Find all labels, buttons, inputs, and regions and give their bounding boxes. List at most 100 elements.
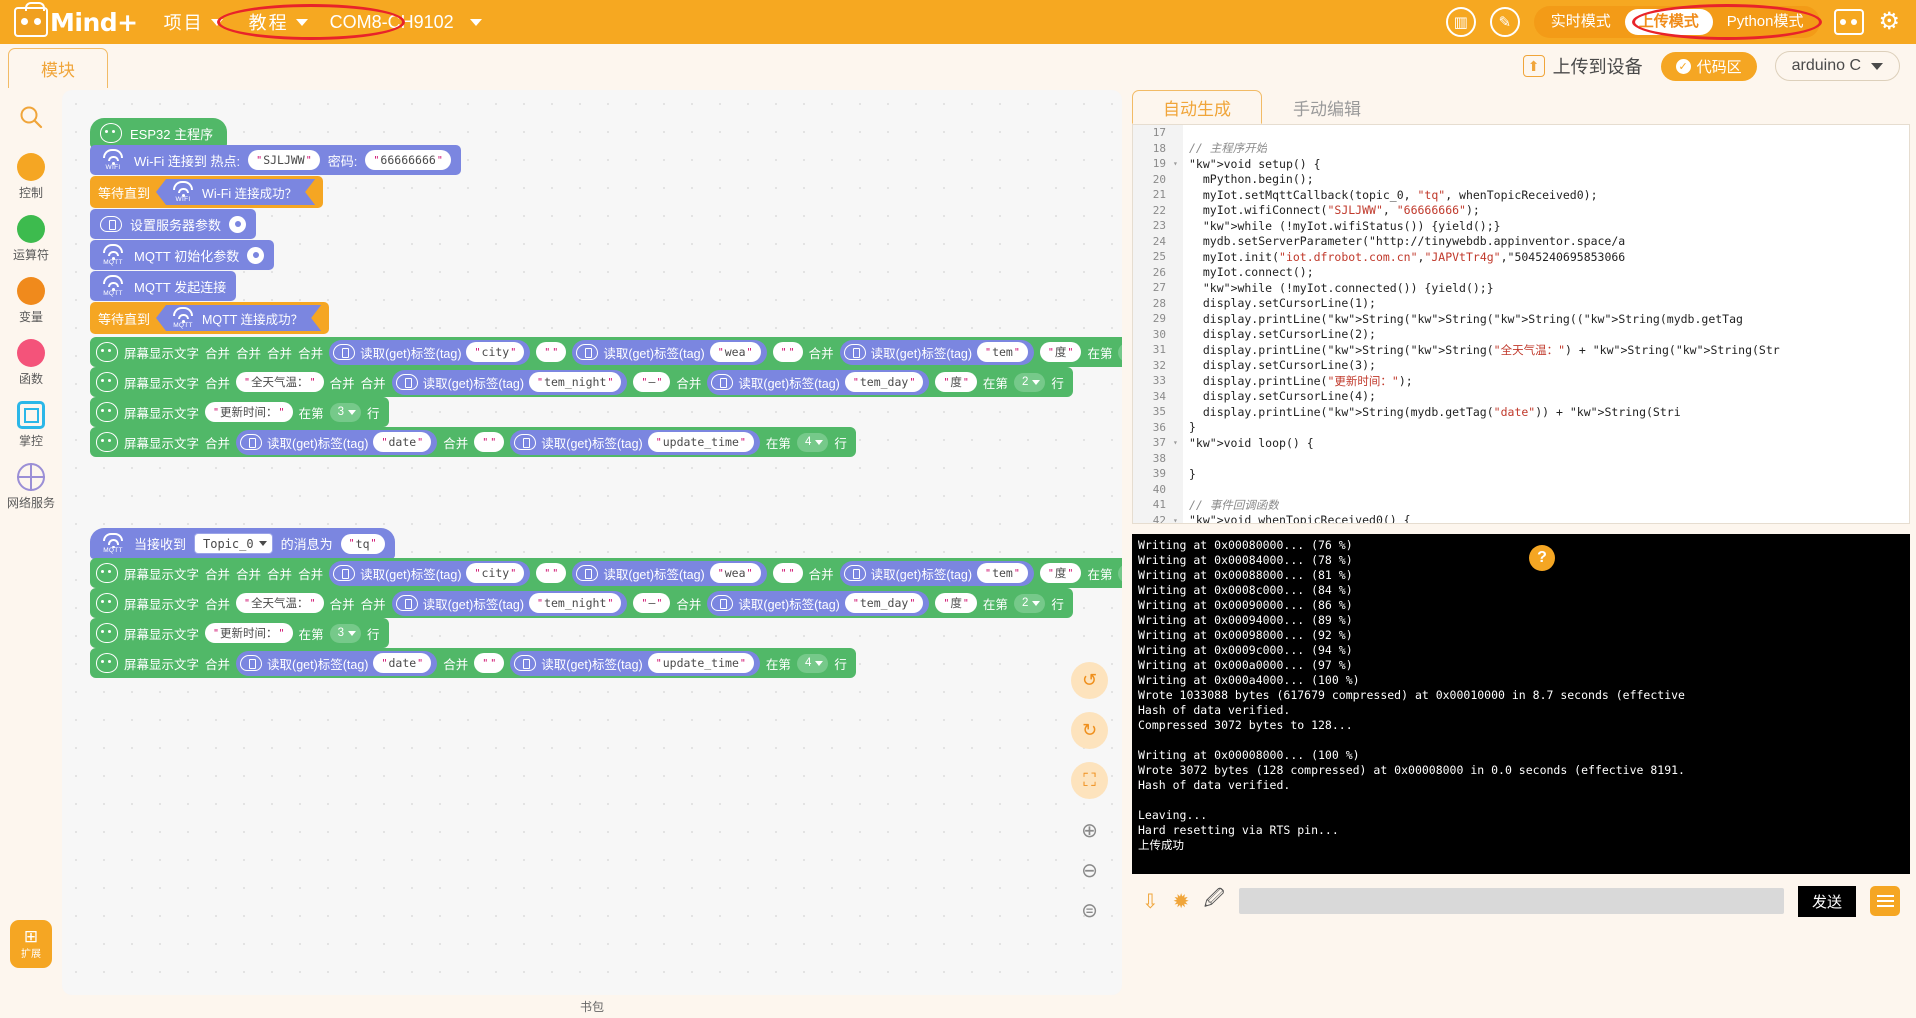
block-esp32-main[interactable]: ESP32 主程序: [90, 118, 228, 148]
fold-toggle-icon[interactable]: [1173, 264, 1183, 280]
gear-icon[interactable]: [247, 246, 265, 264]
fold-toggle-icon[interactable]: [1173, 342, 1183, 358]
tag-field[interactable]: tem_night: [529, 593, 622, 613]
fold-toggle-icon[interactable]: [1173, 249, 1183, 265]
tag-field[interactable]: tem_day: [844, 372, 924, 392]
fold-toggle-icon[interactable]: [1173, 326, 1183, 342]
text-field[interactable]: —: [633, 593, 671, 613]
line-number-dropdown[interactable]: 4: [796, 653, 829, 673]
sidebar-item-functions[interactable]: 函数: [17, 339, 45, 387]
tag-field[interactable]: update_time: [647, 653, 754, 673]
line-number-dropdown[interactable]: 2: [1013, 372, 1046, 392]
block-on-topic-received[interactable]: MQTT 当接收到 Topic_0 的消息为 tq: [90, 528, 395, 559]
robot-icon[interactable]: [1834, 9, 1865, 35]
block-get-tag[interactable]: 读取(get)标签(tag) wea: [572, 339, 767, 365]
block-mqtt-connected-cond[interactable]: MQTT MQTT 连接成功？: [156, 305, 321, 331]
block-wifi-connect[interactable]: WIFI Wi-Fi 连接到 热点: SJLJWW 密码: 66666666: [90, 145, 461, 175]
block-mqtt-connect[interactable]: MQTT MQTT 发起连接: [90, 271, 237, 301]
text-field[interactable]: [474, 653, 505, 673]
redo-button[interactable]: ↻: [1071, 712, 1108, 749]
tab-manual-edit[interactable]: 手动编辑: [1262, 90, 1392, 124]
menu-project[interactable]: 项目: [164, 9, 223, 35]
edit-icon[interactable]: ✎: [1489, 7, 1520, 37]
fold-toggle-icon[interactable]: ▾: [1173, 156, 1183, 172]
fold-toggle-icon[interactable]: [1173, 171, 1183, 187]
block-display-text-row3[interactable]: 屏幕显示文字 更新时间： 在第 3 行: [90, 397, 389, 427]
block-display-text-row2[interactable]: 屏幕显示文字 合并 全天气温： 合并 合并 读取(get)标签(tag) tem…: [90, 367, 1073, 397]
fold-toggle-icon[interactable]: [1173, 450, 1183, 466]
hamburger-icon[interactable]: [1870, 886, 1900, 916]
download-icon[interactable]: ⇩: [1142, 889, 1159, 914]
fold-toggle-icon[interactable]: [1173, 140, 1183, 156]
fold-toggle-icon[interactable]: [1173, 125, 1183, 141]
block-get-tag[interactable]: 读取(get)标签(tag) update_time: [510, 429, 760, 455]
tag-field[interactable]: update_time: [647, 432, 754, 452]
text-field[interactable]: 度: [935, 593, 977, 613]
text-field[interactable]: 全天气温：: [236, 372, 324, 392]
line-number-dropdown[interactable]: 3: [329, 402, 361, 422]
text-field[interactable]: 更新时间：: [205, 402, 293, 422]
message-field[interactable]: tq: [340, 533, 385, 554]
fold-toggle-icon[interactable]: ▾: [1173, 435, 1183, 451]
block-display-text-row1-copy[interactable]: 屏幕显示文字 合并 合并 合并 合并 读取(get)标签(tag) city 读…: [90, 558, 1122, 588]
tab-auto-generate[interactable]: 自动生成: [1132, 90, 1262, 124]
block-display-text-row2-copy[interactable]: 屏幕显示文字 合并 全天气温： 合并 合并 读取(get)标签(tag) tem…: [90, 588, 1073, 618]
block-get-tag[interactable]: 读取(get)标签(tag) wea: [572, 560, 767, 586]
fold-toggle-icon[interactable]: [1173, 218, 1183, 234]
block-get-tag[interactable]: 读取(get)标签(tag) tem_night: [391, 369, 628, 395]
sidebar-item-mpython[interactable]: 掌控: [17, 401, 45, 449]
fold-toggle-icon[interactable]: [1173, 295, 1183, 311]
block-set-server-param[interactable]: 设置服务器参数: [90, 209, 257, 239]
tag-field[interactable]: tem: [977, 342, 1028, 362]
zoom-out-button[interactable]: ⊖: [1071, 852, 1108, 889]
upload-to-device-button[interactable]: ⬆ 上传到设备: [1522, 53, 1643, 79]
block-display-text-row4-copy[interactable]: 屏幕显示文字 合并 读取(get)标签(tag) date 合并 读取(get)…: [90, 648, 856, 678]
blocks-workspace[interactable]: ESP32 主程序 WIFI Wi-Fi 连接到 热点: SJLJWW 密码: …: [62, 90, 1122, 995]
sidebar-item-variables[interactable]: 变量: [17, 277, 45, 325]
block-display-text-row4[interactable]: 屏幕显示文字 合并 读取(get)标签(tag) date 合并 读取(get)…: [90, 427, 856, 457]
mode-python[interactable]: Python模式: [1713, 9, 1818, 35]
language-selector[interactable]: arduino C: [1774, 51, 1900, 81]
block-get-tag[interactable]: 读取(get)标签(tag) tem: [839, 339, 1034, 365]
sidebar-item-operators[interactable]: 运算符: [13, 215, 49, 263]
fold-toggle-icon[interactable]: [1173, 202, 1183, 218]
fold-toggle-icon[interactable]: [1173, 373, 1183, 389]
block-display-text-row1[interactable]: 屏幕显示文字 合并 合并 合并 合并 读取(get)标签(tag) city 读…: [90, 337, 1122, 367]
block-display-text-row3-copy[interactable]: 屏幕显示文字 更新时间： 在第 3 行: [90, 618, 389, 648]
text-field[interactable]: 度: [1039, 563, 1082, 583]
fold-toggle-icon[interactable]: ▾: [1173, 512, 1183, 523]
line-number-dropdown[interactable]: 4: [796, 432, 829, 452]
zoom-reset-button[interactable]: ⊜: [1071, 892, 1108, 929]
port-selector[interactable]: COM8-CH9102: [330, 12, 482, 33]
block-get-tag[interactable]: 读取(get)标签(tag) city: [329, 560, 531, 586]
wifi-password-field[interactable]: 66666666: [365, 150, 451, 170]
fold-toggle-icon[interactable]: [1173, 497, 1183, 513]
search-icon[interactable]: [18, 104, 44, 135]
text-field[interactable]: [536, 342, 567, 362]
block-get-tag[interactable]: 读取(get)标签(tag) tem_night: [391, 590, 628, 616]
fold-toggle-icon[interactable]: [1173, 233, 1183, 249]
send-button[interactable]: 发送: [1797, 885, 1856, 917]
block-get-tag[interactable]: 读取(get)标签(tag) update_time: [510, 650, 760, 676]
line-number-dropdown[interactable]: 1: [1118, 563, 1122, 583]
undo-button[interactable]: ↺: [1071, 662, 1108, 699]
tag-field[interactable]: tem_night: [529, 372, 622, 392]
text-field[interactable]: [772, 342, 803, 362]
block-wait-until-wifi[interactable]: 等待直到 WIFI Wi-Fi 连接成功？: [90, 176, 324, 208]
tag-field[interactable]: tem_day: [844, 593, 924, 613]
chart-icon[interactable]: ▥: [1445, 7, 1476, 37]
text-field[interactable]: 更新时间：: [205, 623, 293, 643]
sidebar-item-network[interactable]: 网络服务: [7, 463, 55, 511]
topic-dropdown[interactable]: Topic_0: [194, 533, 273, 554]
terminal-input[interactable]: [1238, 888, 1784, 914]
fold-toggle-icon[interactable]: [1173, 280, 1183, 296]
block-wait-until-mqtt[interactable]: 等待直到 MQTT MQTT 连接成功？: [90, 302, 330, 334]
block-mqtt-init[interactable]: MQTT MQTT 初始化参数: [90, 240, 275, 270]
block-get-tag[interactable]: 读取(get)标签(tag) tem: [839, 560, 1034, 586]
block-wifi-connected-cond[interactable]: WIFI Wi-Fi 连接成功？: [156, 179, 315, 205]
code-area-toggle[interactable]: ✓ 代码区: [1660, 51, 1757, 81]
tag-field[interactable]: wea: [709, 563, 761, 583]
text-field[interactable]: [536, 563, 567, 583]
fold-toggle-icon[interactable]: [1173, 404, 1183, 420]
text-field[interactable]: 全天气温：: [236, 593, 324, 613]
